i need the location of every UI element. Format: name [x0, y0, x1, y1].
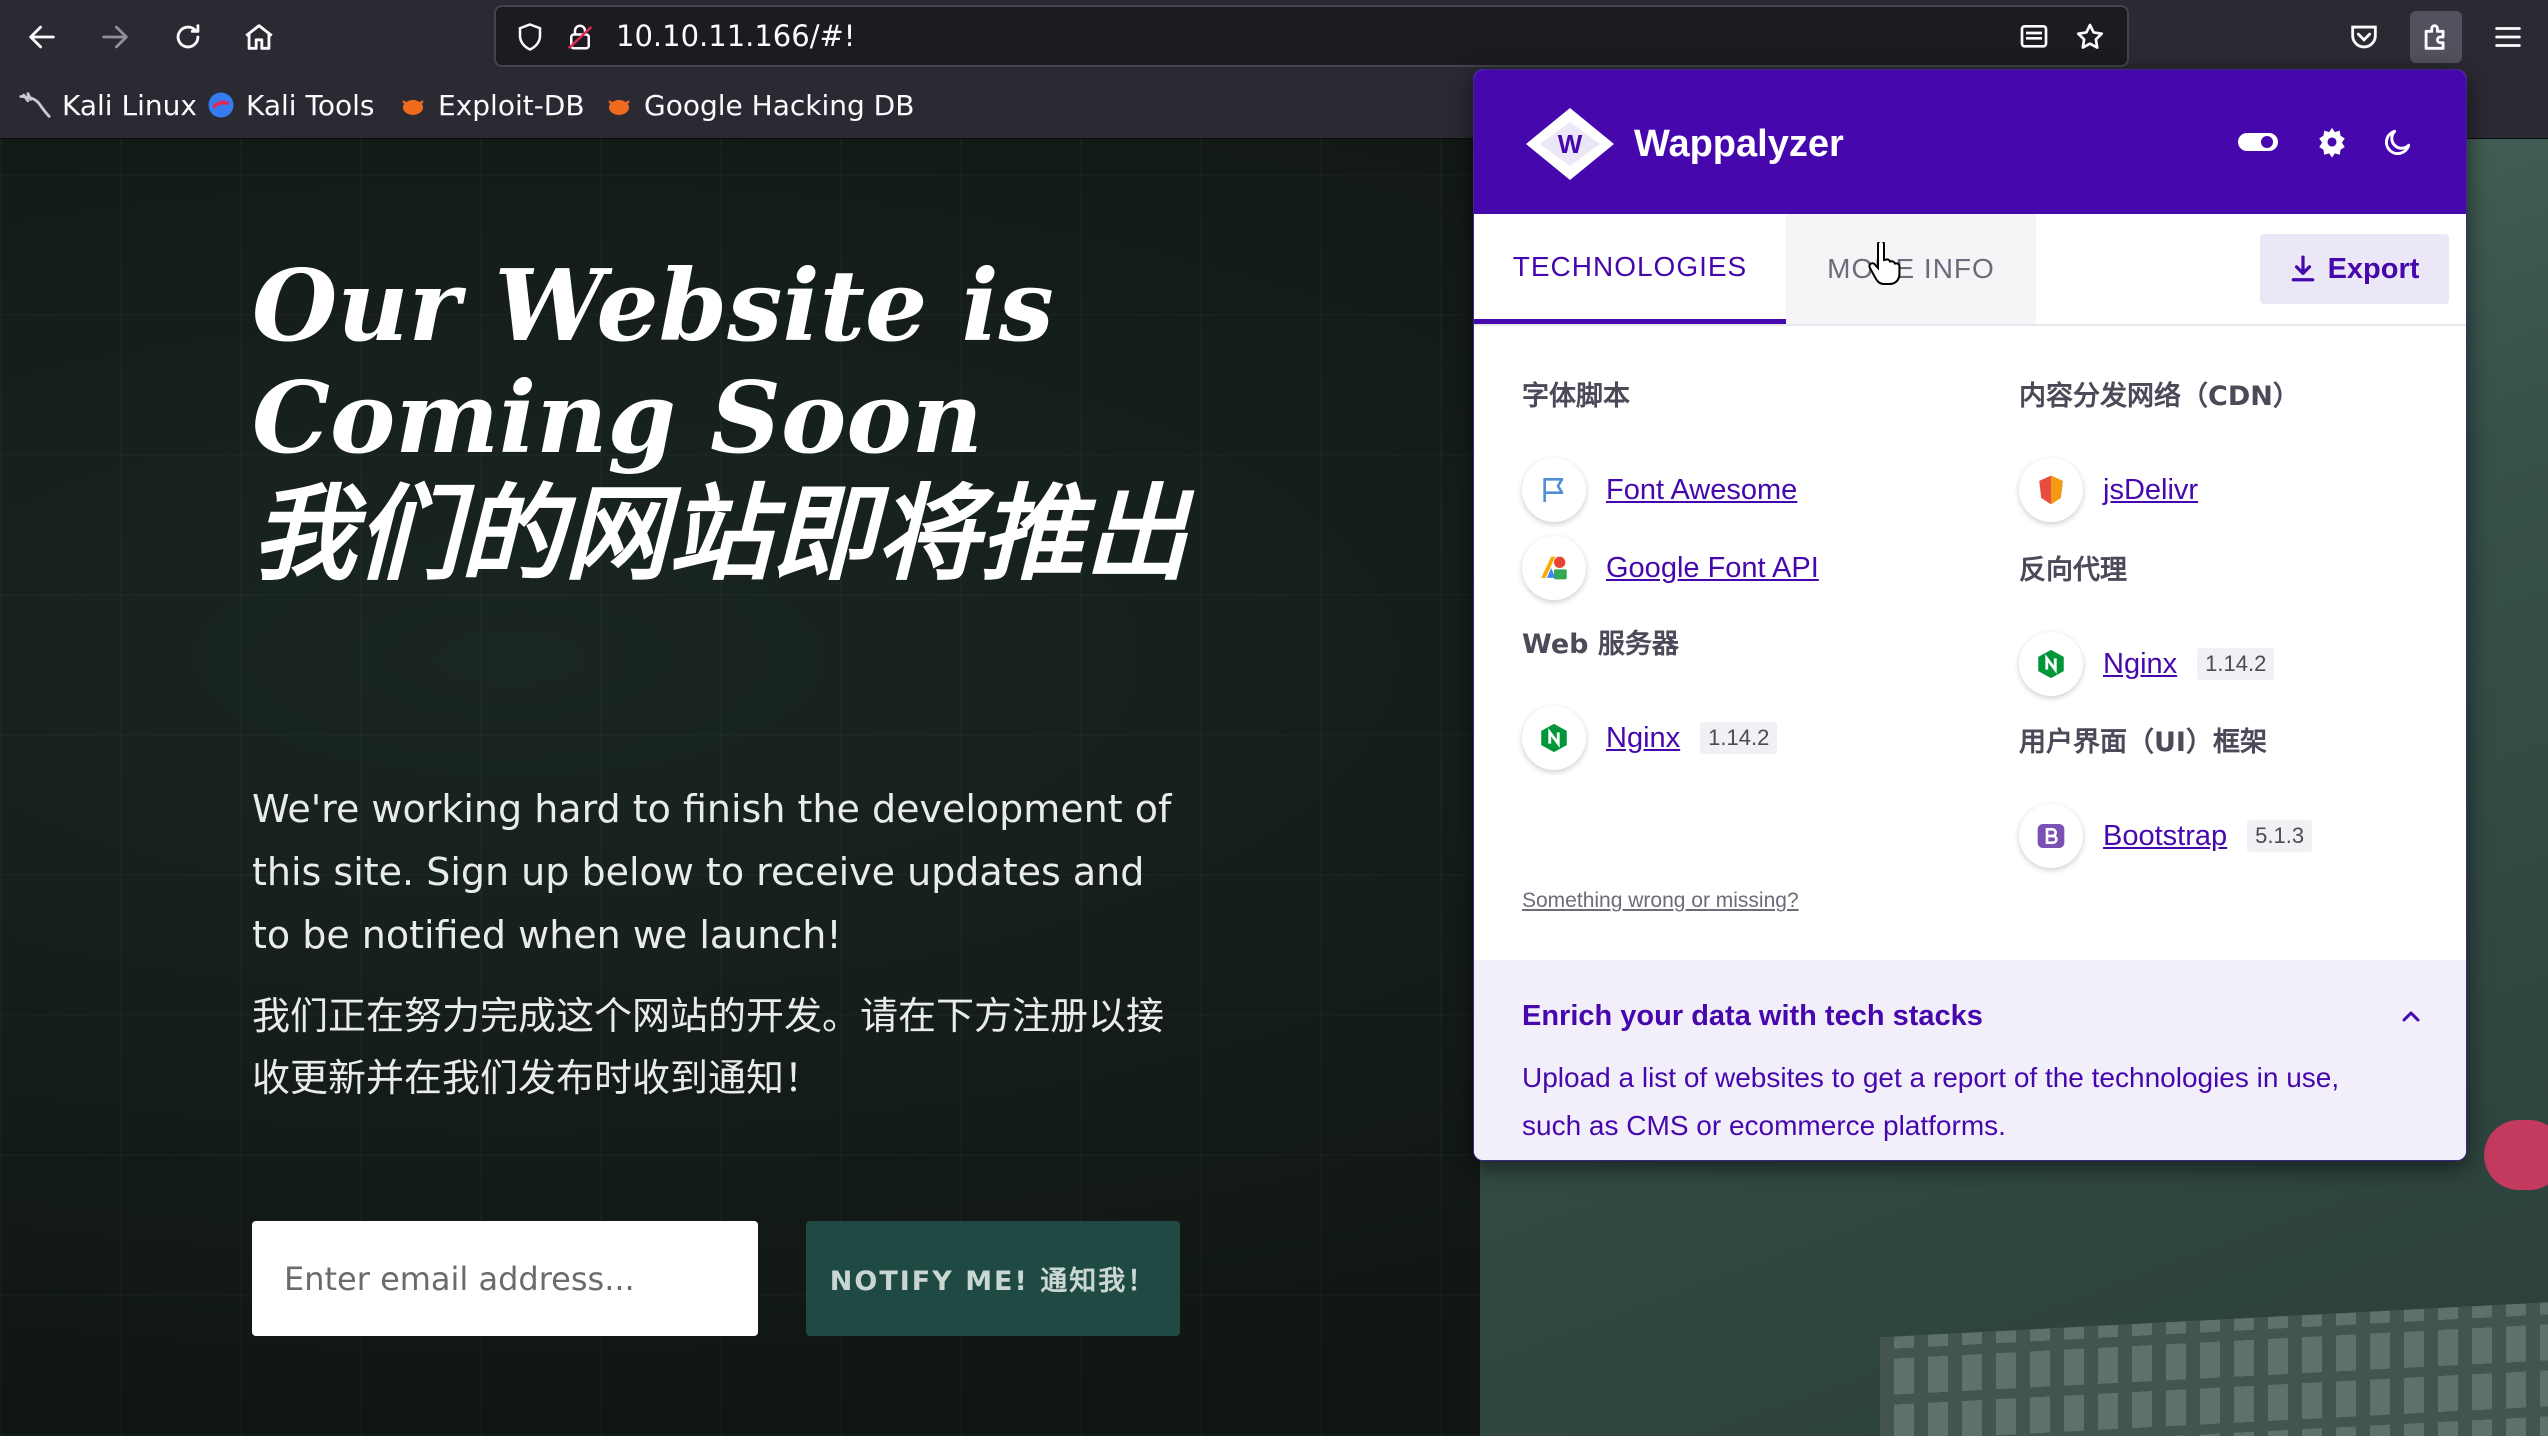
- insecure-lock-icon[interactable]: [558, 15, 602, 59]
- arrow-left-icon: [29, 25, 55, 49]
- tech-version: 1.14.2: [1700, 722, 1778, 754]
- google-font-api-icon: [1522, 536, 1586, 600]
- gear-icon: [2319, 127, 2345, 158]
- category-web-server: Web 服务器: [1522, 629, 1679, 660]
- export-button[interactable]: Export: [2260, 234, 2449, 304]
- bookmark-label: Kali Tools: [246, 88, 375, 122]
- reader-view-icon[interactable]: [2012, 15, 2056, 59]
- bookmark-label: Exploit-DB: [438, 88, 585, 122]
- tab-technologies[interactable]: TECHNOLOGIES: [1474, 214, 1786, 324]
- home-button[interactable]: [233, 11, 285, 63]
- wappalyzer-brand: Wappalyzer: [1634, 122, 1844, 165]
- hero-title-line2: Coming Soon: [252, 361, 983, 476]
- bookmark-label: Kali Linux: [62, 88, 197, 122]
- category-cdn: 内容分发网络（CDN）: [2019, 381, 2300, 412]
- tab-more-info[interactable]: MORE INFO: [1786, 214, 2036, 324]
- translate-float-button[interactable]: [2484, 1120, 2548, 1190]
- back-button[interactable]: [16, 11, 68, 63]
- nginx-icon: [2019, 632, 2083, 696]
- enrich-panel: Enrich your data with tech stacks Upload…: [1474, 960, 2466, 1160]
- reload-icon: [176, 24, 200, 49]
- bookmark-label: Google Hacking DB: [644, 88, 915, 122]
- toggle-icon: [2238, 133, 2278, 151]
- browser-toolbar: 10.10.11.166/#!: [0, 0, 2548, 72]
- svg-text:W: W: [1558, 129, 1583, 159]
- wappalyzer-logo-icon: W: [1526, 108, 1614, 180]
- puzzle-icon: [2424, 24, 2445, 50]
- tracking-shield-icon[interactable]: [508, 15, 552, 59]
- tech-nginx-webserver[interactable]: Nginx 1.14.2: [1522, 706, 1778, 770]
- kali-tools-icon: [208, 92, 234, 118]
- something-wrong-link[interactable]: Something wrong or missing?: [1522, 889, 1799, 913]
- extensions-button[interactable]: [2410, 11, 2462, 63]
- email-input[interactable]: Enter email address...: [252, 1221, 758, 1336]
- pocket-button[interactable]: [2338, 11, 2390, 63]
- tech-name[interactable]: Bootstrap: [2103, 820, 2227, 853]
- bookmark-kali-linux[interactable]: Kali Linux: [18, 86, 197, 124]
- reload-button[interactable]: [162, 11, 214, 63]
- hero-heading: Our Website is Coming Soon 我们的网站即将推出: [252, 249, 1232, 595]
- enrich-description: Upload a list of websites to get a repor…: [1522, 1062, 2340, 1141]
- bookmark-google-hacking-db[interactable]: Google Hacking DB: [604, 86, 914, 124]
- hero-description: We're working hard to finish the develop…: [252, 787, 1172, 957]
- forward-button[interactable]: [89, 11, 141, 63]
- url-text[interactable]: 10.10.11.166/#!: [616, 19, 855, 53]
- nginx-icon: [1522, 706, 1586, 770]
- kali-dragon-icon: [19, 92, 51, 118]
- jsdelivr-icon: [2019, 458, 2083, 522]
- tech-name[interactable]: Google Font API: [1606, 552, 1819, 585]
- chevron-up-icon[interactable]: [2394, 1000, 2428, 1034]
- download-icon: [2291, 255, 2314, 282]
- home-icon: [245, 24, 273, 50]
- tech-name[interactable]: Nginx: [2103, 648, 2177, 681]
- moon-icon: [2384, 129, 2411, 156]
- exploit-db-bug-icon: [402, 100, 424, 115]
- hero-description-cn: 我们正在努力完成这个网站的开发。请在下方注册以接收更新并在我们发布时收到通知！: [252, 994, 1165, 1100]
- tech-name[interactable]: jsDelivr: [2103, 474, 2198, 507]
- font-awesome-flag-icon: [1522, 458, 1586, 522]
- url-bar[interactable]: 10.10.11.166/#!: [494, 5, 2129, 67]
- notify-button[interactable]: NOTIFY ME! 通知我！: [806, 1221, 1180, 1336]
- tech-nginx-proxy[interactable]: Nginx 1.14.2: [2019, 632, 2275, 696]
- tech-jsdelivr[interactable]: jsDelivr: [2019, 458, 2198, 522]
- bookmark-exploit-db[interactable]: Exploit-DB: [398, 86, 585, 124]
- hero-title-line1: Our Website is: [252, 249, 1054, 364]
- wappalyzer-header: W Wappalyzer: [1474, 70, 2466, 214]
- tech-version: 1.14.2: [2197, 648, 2275, 680]
- category-reverse-proxy: 反向代理: [2019, 555, 2127, 586]
- pocket-icon: [2351, 25, 2377, 49]
- ghdb-bug-icon: [608, 100, 630, 115]
- hero-title-cn: 我们的网站即将推出: [252, 473, 1189, 595]
- category-font-scripts: 字体脚本: [1522, 381, 1630, 412]
- tech-font-awesome[interactable]: Font Awesome: [1522, 458, 1797, 522]
- hand-cursor-icon: [1866, 242, 1902, 286]
- tech-version: 5.1.3: [2247, 820, 2313, 852]
- arrow-right-icon: [102, 25, 128, 49]
- enrich-title[interactable]: Enrich your data with tech stacks: [1522, 1000, 1983, 1033]
- export-label: Export: [2327, 252, 2420, 285]
- dark-mode-button[interactable]: [2376, 120, 2420, 164]
- category-ui-framework: 用户界面（UI）框架: [2019, 727, 2267, 758]
- bookmark-star-icon[interactable]: [2068, 15, 2112, 59]
- tech-name[interactable]: Nginx: [1606, 722, 1680, 755]
- toggle-switch[interactable]: [2236, 120, 2280, 164]
- wappalyzer-logo: W Wappalyzer: [1522, 104, 1844, 184]
- wappalyzer-popup: W Wappalyzer TECHNOLOGIES MORE INFO Expo…: [1473, 69, 2467, 1161]
- tech-bootstrap[interactable]: Bootstrap 5.1.3: [2019, 804, 2313, 868]
- hamburger-menu-icon: [2495, 27, 2521, 47]
- bookmark-kali-tools[interactable]: Kali Tools: [206, 86, 374, 124]
- tech-google-font-api[interactable]: Google Font API: [1522, 536, 1819, 600]
- tech-name[interactable]: Font Awesome: [1606, 474, 1797, 507]
- bootstrap-icon: [2019, 804, 2083, 868]
- settings-button[interactable]: [2310, 120, 2354, 164]
- menu-button[interactable]: [2482, 11, 2534, 63]
